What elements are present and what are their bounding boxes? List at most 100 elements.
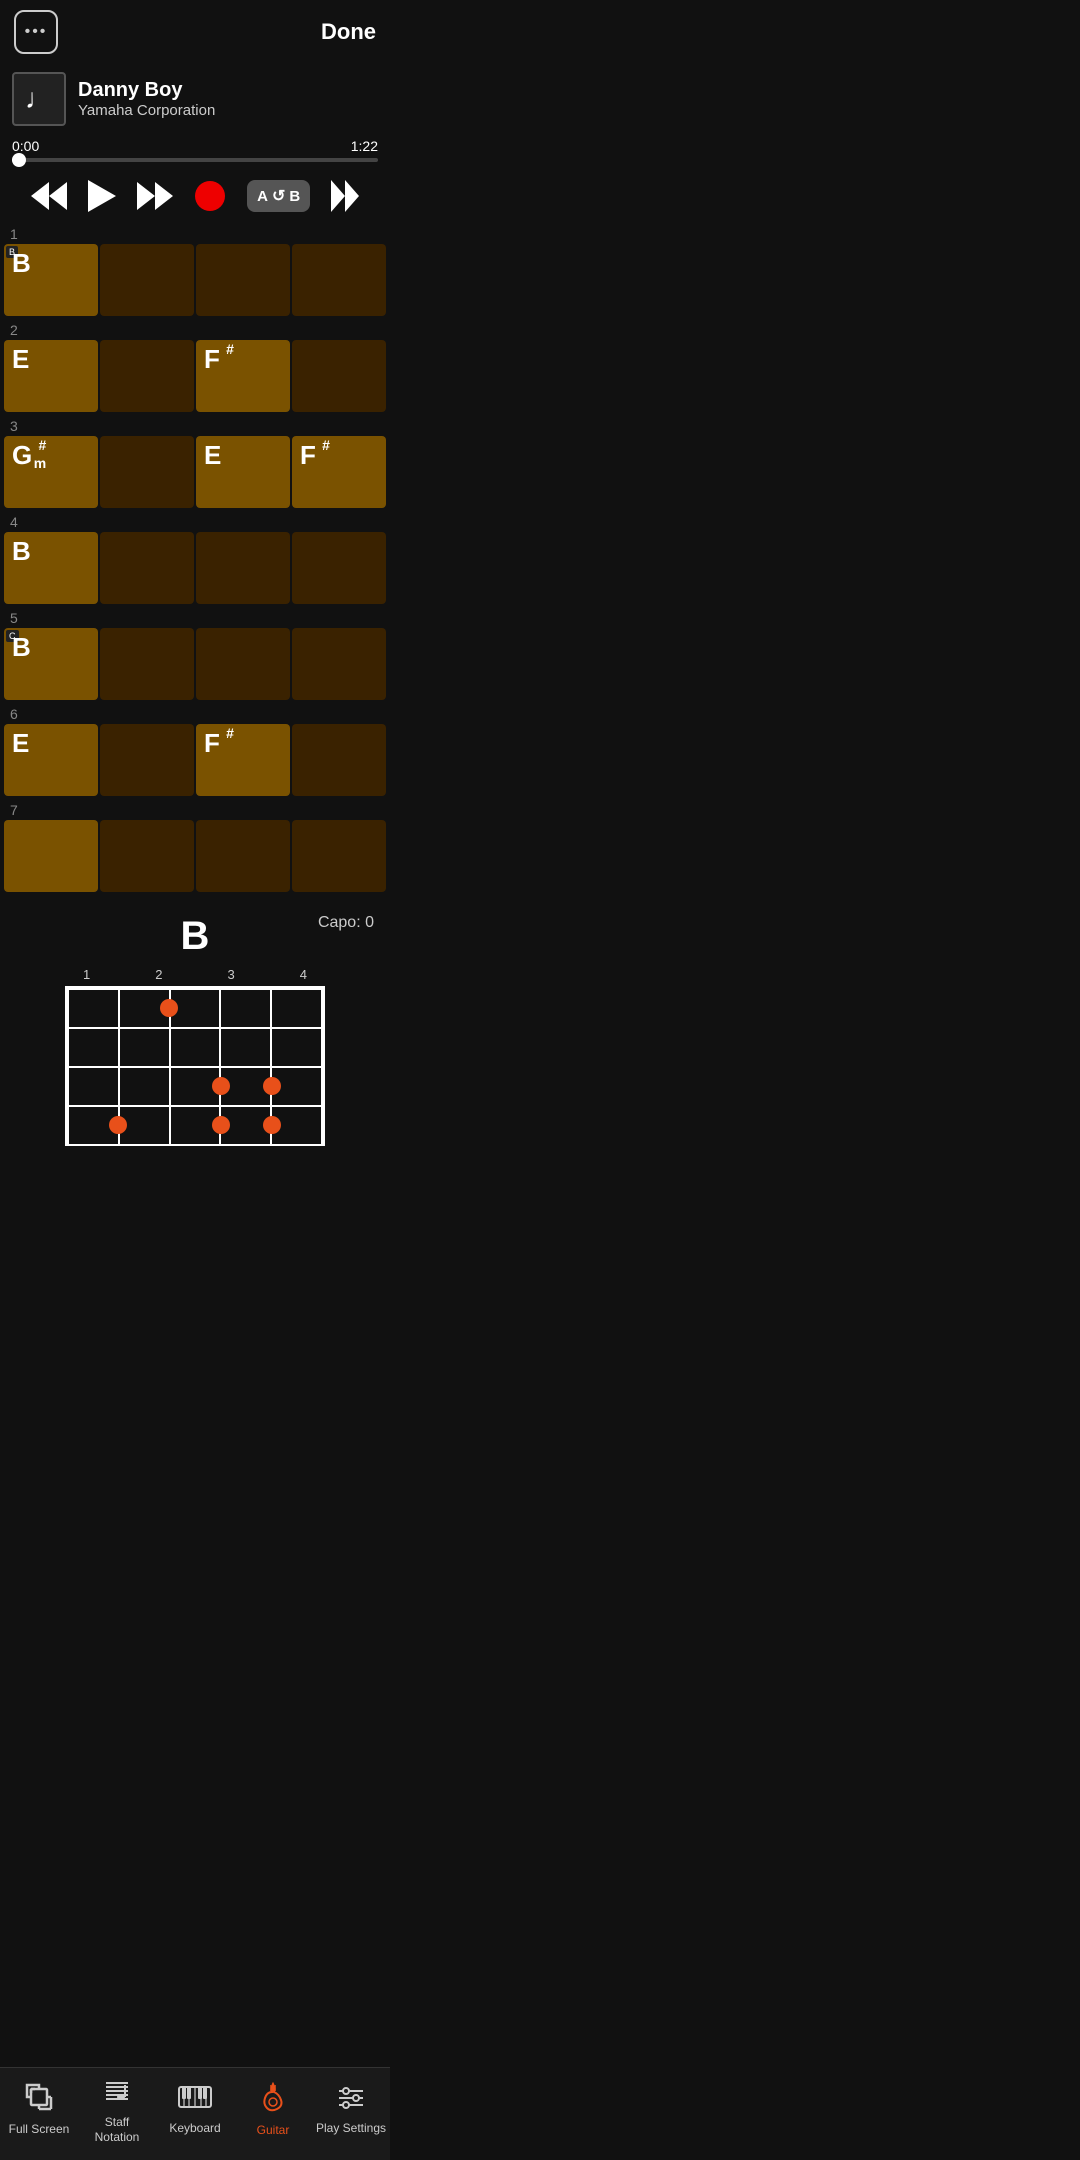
playback-section: 0:00 1:22: [0, 134, 390, 170]
play-button[interactable]: [88, 180, 116, 212]
chord-cell-4-2[interactable]: [100, 532, 194, 604]
chord-cell-5-4[interactable]: [292, 628, 386, 700]
chord-cell-6-3[interactable]: F#: [196, 724, 290, 796]
chord-label-2-1: E: [12, 346, 29, 372]
row-number-6: 6: [0, 702, 390, 724]
chord-cell-5-1[interactable]: CB: [4, 628, 98, 700]
chord-cell-3-3[interactable]: E: [196, 436, 290, 508]
keyboard-icon: [178, 2084, 212, 2117]
chord-diagram-header: B Capo: 0: [16, 914, 374, 959]
menu-button[interactable]: •••: [14, 10, 58, 54]
nav-keyboard-label: Keyboard: [169, 2121, 220, 2135]
ab-label: A: [257, 188, 268, 205]
fret-dot: [109, 1116, 127, 1134]
chord-diagram-name: B: [135, 914, 254, 959]
ab-b-label: B: [289, 188, 300, 205]
chord-cell-4-1[interactable]: B: [4, 532, 98, 604]
chord-cell-6-1[interactable]: E: [4, 724, 98, 796]
chord-label-6-1: E: [12, 730, 29, 756]
total-time: 1:22: [351, 138, 378, 154]
chord-cell-6-4[interactable]: [292, 724, 386, 796]
chord-label-5-1: B: [12, 634, 31, 660]
chord-cell-1-2[interactable]: [100, 244, 194, 316]
chord-label-6-3: F#: [204, 730, 220, 756]
fret-line-2: [67, 1066, 323, 1068]
nav-staff-notation[interactable]: Staff Notation: [78, 2076, 156, 2144]
progress-thumb: [12, 153, 26, 167]
chord-cell-7-4[interactable]: [292, 820, 386, 892]
row-section-7: 7: [0, 798, 390, 892]
chord-row-3: G#m E F#: [0, 436, 390, 508]
chord-cell-7-1[interactable]: [4, 820, 98, 892]
ab-repeat-button[interactable]: A ↺ B: [247, 180, 310, 212]
chord-cell-4-3[interactable]: [196, 532, 290, 604]
nav-fullscreen[interactable]: Full Screen: [0, 2083, 78, 2136]
nav-play-settings[interactable]: Play Settings: [312, 2084, 390, 2135]
nav-staff-label: Staff Notation: [95, 2115, 140, 2144]
capo-label: Capo: 0: [318, 914, 374, 932]
row-number-5: 5: [0, 606, 390, 628]
chord-sub: m: [34, 456, 46, 470]
music-note-icon: ♩: [25, 83, 53, 115]
chord-cell-2-4[interactable]: [292, 340, 386, 412]
row-section-5: 5CB: [0, 606, 390, 700]
chord-diagram-section: B Capo: 0 1 2 3 4: [0, 902, 390, 1162]
record-button[interactable]: [194, 180, 226, 212]
playback-controls: A ↺ B: [0, 170, 390, 222]
fullscreen-icon: [25, 2083, 53, 2118]
chord-cell-3-1[interactable]: G#m: [4, 436, 98, 508]
fret-line-3: [67, 1105, 323, 1107]
fret-dot: [212, 1077, 230, 1095]
nav-keyboard[interactable]: Keyboard: [156, 2084, 234, 2135]
chord-cell-5-2[interactable]: [100, 628, 194, 700]
row-number-7: 7: [0, 798, 390, 820]
nav-guitar[interactable]: Guitar: [234, 2082, 312, 2137]
chord-cell-1-3[interactable]: [196, 244, 290, 316]
chord-cell-2-2[interactable]: [100, 340, 194, 412]
chord-cell-7-2[interactable]: [100, 820, 194, 892]
chord-row-2: E F#: [0, 340, 390, 412]
chord-modifier: #: [226, 342, 234, 356]
row-section-1: 1BB: [0, 222, 390, 316]
fret-line-1: [67, 1027, 323, 1029]
row-number-1: 1: [0, 222, 390, 244]
chord-label-2-3: F#: [204, 346, 220, 372]
song-artist: Yamaha Corporation: [78, 102, 215, 119]
chord-cell-2-1[interactable]: E: [4, 340, 98, 412]
song-title: Danny Boy: [78, 79, 215, 102]
chord-cell-3-2[interactable]: [100, 436, 194, 508]
chord-cell-1-1[interactable]: BB: [4, 244, 98, 316]
chord-label-3-3: E: [204, 442, 221, 468]
fret-dot: [212, 1116, 230, 1134]
chord-cell-3-4[interactable]: F#: [292, 436, 386, 508]
chord-modifier: #: [226, 726, 234, 740]
chord-label-3-4: F#: [300, 442, 316, 468]
chord-modifier: #: [322, 438, 330, 452]
fret-line-4: [67, 1144, 323, 1146]
chord-row-1: BB: [0, 244, 390, 316]
loop-button[interactable]: [331, 180, 359, 212]
done-button[interactable]: Done: [321, 19, 376, 45]
fret-dot: [160, 999, 178, 1017]
fret-dot: [263, 1116, 281, 1134]
chord-cell-1-4[interactable]: [292, 244, 386, 316]
chord-label-3-1: G#m: [12, 442, 32, 468]
fast-forward-button[interactable]: [137, 182, 173, 210]
fret-grid: [65, 986, 325, 1146]
chord-cell-2-3[interactable]: F#: [196, 340, 290, 412]
chord-row-7: [0, 820, 390, 892]
chord-cell-7-3[interactable]: [196, 820, 290, 892]
ab-arrow-icon: ↺: [272, 186, 285, 206]
row-number-3: 3: [0, 414, 390, 436]
fret-numbers: 1 2 3 4: [65, 967, 325, 986]
chord-cell-6-2[interactable]: [100, 724, 194, 796]
fret-diagram: 1 2 3 4: [65, 967, 325, 1146]
rewind-button[interactable]: [31, 182, 67, 210]
guitar-icon: [259, 2082, 287, 2119]
chord-cell-4-4[interactable]: [292, 532, 386, 604]
progress-bar[interactable]: [12, 158, 378, 162]
row-number-2: 2: [0, 318, 390, 340]
row-section-3: 3 G#m E F#: [0, 414, 390, 508]
song-info: Danny Boy Yamaha Corporation: [78, 79, 215, 119]
chord-cell-5-3[interactable]: [196, 628, 290, 700]
